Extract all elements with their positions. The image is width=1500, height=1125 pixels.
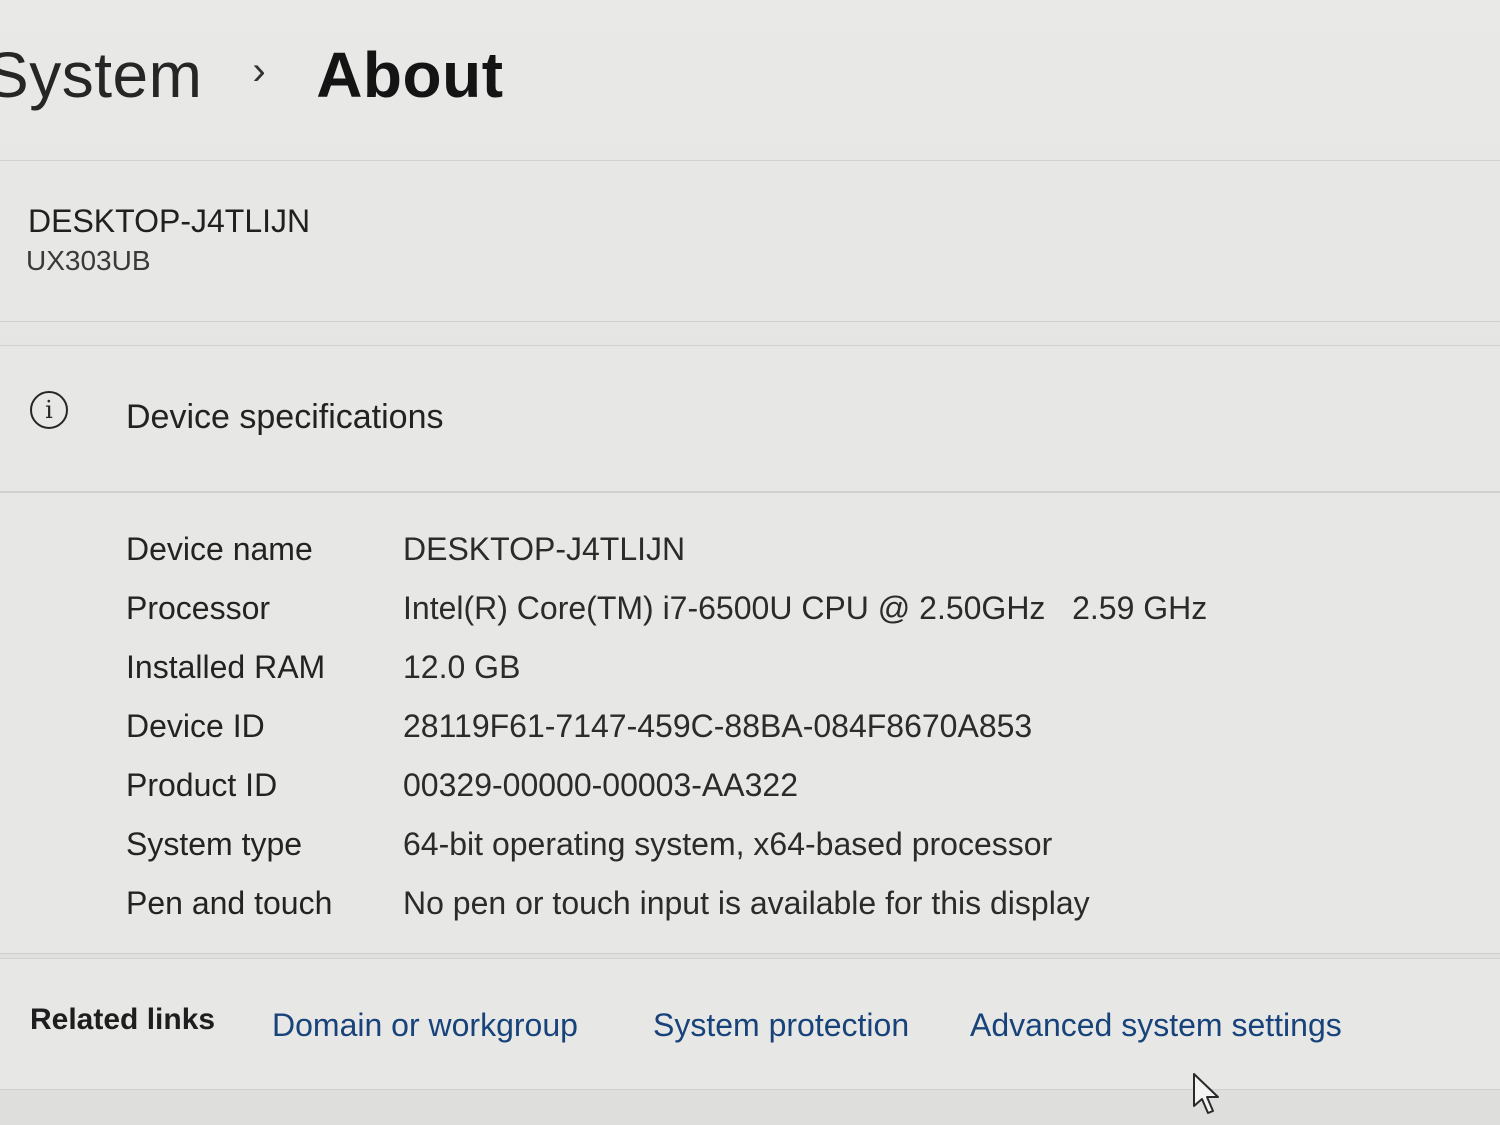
spec-row-device-name: Device name DESKTOP-J4TLIJN [0,531,1500,589]
spec-value: 28119F61-7147-459C-88BA-084F8670A853 [403,708,1033,744]
spec-value: 12.0 GB [403,649,521,685]
device-specifications-header[interactable]: i Device specifications [0,345,1500,492]
spec-label: Device name [126,531,313,567]
device-card: DESKTOP-J4TLIJN UX303UB [0,160,1500,322]
spec-label: System type [126,826,303,862]
spec-label: Device ID [126,708,265,744]
mouse-pointer-icon [1193,1073,1219,1114]
page-title: About [316,39,504,111]
spec-value: Intel(R) Core(TM) i7-6500U CPU @ 2.50GHz… [403,590,1208,626]
spec-row-product-id: Product ID 00329-00000-00003-AA322 [0,767,1500,825]
info-icon: i [30,391,68,429]
spec-row-installed-ram: Installed RAM 12.0 GB [0,649,1500,707]
spec-label: Processor [126,590,271,626]
device-name-heading: DESKTOP-J4TLIJN [28,203,311,239]
breadcrumb: System › About [0,30,504,120]
device-specifications-body: Device name DESKTOP-J4TLIJN Processor In… [0,492,1500,954]
related-links-bar: Related links Domain or workgroup System… [0,958,1500,1090]
related-links-label: Related links [30,1003,216,1036]
spec-value: 00329-00000-00003-AA322 [403,767,798,803]
advanced-system-settings-link[interactable]: Advanced system settings [970,1007,1342,1044]
spec-label: Pen and touch [126,885,333,921]
breadcrumb-system[interactable]: System [0,38,202,112]
domain-or-workgroup-link[interactable]: Domain or workgroup [272,1007,578,1044]
device-specifications-title: Device specifications [126,398,444,436]
spec-row-system-type: System type 64-bit operating system, x64… [0,826,1500,884]
chevron-right-icon: › [252,48,267,93]
spec-row-processor: Processor Intel(R) Core(TM) i7-6500U CPU… [0,590,1500,648]
spec-value: DESKTOP-J4TLIJN [403,531,686,567]
settings-about-page: System › About DESKTOP-J4TLIJN UX303UB i… [0,0,1500,1125]
spec-value: 64-bit operating system, x64-based proce… [403,826,1053,862]
system-protection-link[interactable]: System protection [653,1007,909,1044]
spec-value: No pen or touch input is available for t… [403,885,1090,921]
spec-label: Installed RAM [126,649,326,685]
spec-row-device-id: Device ID 28119F61-7147-459C-88BA-084F86… [0,708,1500,766]
device-model: UX303UB [26,245,151,276]
spec-label: Product ID [126,767,278,803]
spec-row-pen-and-touch: Pen and touch No pen or touch input is a… [0,885,1500,943]
